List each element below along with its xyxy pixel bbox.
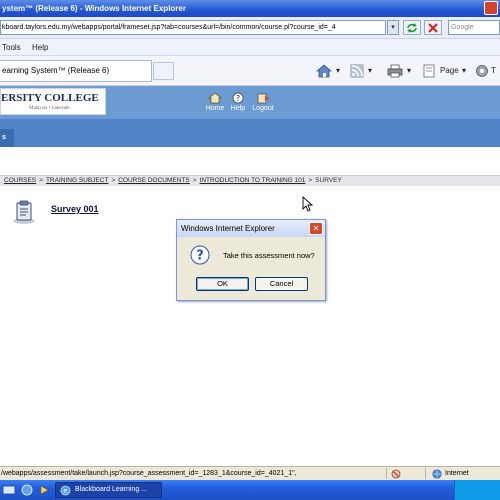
breadcrumb-introduction[interactable]: INTRODUCTION TO TRAINING 101 <box>200 177 306 184</box>
window-titlebar: ystem™ (Release 6) - Windows Internet Ex… <box>0 0 500 17</box>
browser-tab[interactable]: earning System™ (Release 6) <box>0 60 152 82</box>
logo-text: ERSITY COLLEGE <box>1 92 99 104</box>
window-controls <box>482 0 500 17</box>
breadcrumb-current: SURVEY <box>315 177 342 184</box>
tools-gear-icon <box>476 65 488 77</box>
quicklaunch-ie-icon[interactable] <box>20 483 34 497</box>
windows-taskbar: e Blackboard Learning ... <box>0 480 500 500</box>
site-header: ERSITY COLLEGE Malaysia • Lakeside Home … <box>0 86 500 119</box>
menu-tools[interactable]: Tools <box>2 39 21 56</box>
nav-help-label: Help <box>230 105 246 112</box>
refresh-button[interactable] <box>403 20 421 35</box>
tools-menu[interactable]: T <box>491 64 496 78</box>
stop-icon <box>428 23 438 33</box>
address-bar: kboard.taylors.edu.my/webapps/portal/fra… <box>0 17 500 39</box>
assessment-icon <box>13 200 35 224</box>
menu-help[interactable]: Help <box>32 39 48 56</box>
internet-zone-icon <box>432 469 442 479</box>
window-title: ystem™ (Release 6) - Windows Internet Ex… <box>2 4 186 13</box>
tab-bar: earning System™ (Release 6) ▾ ▾ ▾ Page ▾… <box>0 56 500 86</box>
address-dropdown-icon[interactable]: ▾ <box>387 20 399 35</box>
question-icon: ? <box>190 245 210 265</box>
logo-subtext: Malaysia • Lakeside <box>29 106 70 111</box>
breadcrumb-separator: > <box>111 177 116 184</box>
home-icon[interactable] <box>316 64 332 78</box>
page-icon <box>423 64 435 78</box>
page-menu[interactable]: Page <box>440 64 459 78</box>
svg-text:?: ? <box>236 94 240 103</box>
content-area: COURSES > TRAINING SUBJECT > COURSE DOCUMENT… <box>0 147 500 466</box>
security-zone-label: Internet <box>445 470 469 477</box>
courses-tab[interactable]: s <box>0 129 14 147</box>
status-bar: /webapps/assessment/take/launch.jsp?cour… <box>0 466 500 480</box>
logout-nav-icon <box>257 93 270 104</box>
survey-link[interactable]: Survey 001 <box>51 204 99 214</box>
ie-icon: e <box>60 485 71 496</box>
dialog-title: Windows Internet Explorer <box>177 220 325 237</box>
breadcrumb-training-subject[interactable]: TRAINING SUBJECT <box>46 177 108 184</box>
home-dropdown-icon[interactable]: ▾ <box>336 64 340 78</box>
nav-help[interactable]: ? Help <box>224 92 252 112</box>
window-close-icon[interactable] <box>484 1 498 15</box>
ok-button[interactable]: OK <box>196 277 249 291</box>
nav-logout-label: Logout <box>252 105 274 112</box>
dialog-message: Take this assessment now? <box>223 251 315 260</box>
university-logo: ERSITY COLLEGE Malaysia • Lakeside <box>0 88 106 115</box>
print-icon[interactable] <box>387 64 403 78</box>
course-tabs-bar: s <box>0 119 500 147</box>
feeds-dropdown-icon[interactable]: ▾ <box>368 64 372 78</box>
print-dropdown-icon[interactable]: ▾ <box>407 64 411 78</box>
help-nav-icon: ? <box>232 92 244 104</box>
refresh-icon <box>407 23 417 33</box>
taskbar-task-label: Blackboard Learning ... <box>75 486 147 493</box>
address-input[interactable]: kboard.taylors.edu.my/webapps/portal/fra… <box>0 20 386 35</box>
breadcrumb-separator: > <box>192 177 197 184</box>
confirm-dialog: Windows Internet Explorer ✕ ? Take this … <box>176 219 326 301</box>
mouse-cursor-icon <box>302 196 314 212</box>
taskbar-ie-window[interactable]: e Blackboard Learning ... <box>55 482 162 498</box>
quicklaunch-desktop-icon[interactable] <box>2 483 16 497</box>
breadcrumb: COURSES > TRAINING SUBJECT > COURSE DOCUMENT… <box>0 175 500 186</box>
breadcrumb-course-documents[interactable]: COURSE DOCUMENTS <box>118 177 190 184</box>
feeds-icon[interactable] <box>350 64 364 78</box>
svg-text:e: e <box>63 487 67 495</box>
nav-logout[interactable]: Logout <box>249 92 277 112</box>
system-tray <box>454 480 500 500</box>
status-divider <box>386 468 387 479</box>
page-dropdown-icon[interactable]: ▾ <box>462 64 466 78</box>
dialog-close-icon[interactable]: ✕ <box>309 222 323 235</box>
new-tab-button[interactable] <box>153 62 174 80</box>
svg-text:?: ? <box>196 249 204 264</box>
cancel-button[interactable]: Cancel <box>255 277 308 291</box>
status-divider <box>425 468 426 479</box>
quicklaunch-media-icon[interactable] <box>37 483 51 497</box>
breadcrumb-separator: > <box>308 177 313 184</box>
menu-bar: Tools Help <box>0 39 500 56</box>
breadcrumb-separator: > <box>39 177 43 184</box>
search-input[interactable]: Google <box>448 20 500 35</box>
stop-button[interactable] <box>424 20 442 35</box>
status-url: /webapps/assessment/take/launch.jsp?cour… <box>1 470 297 477</box>
breadcrumb-courses[interactable]: COURSES <box>4 177 36 184</box>
popup-blocker-icon[interactable] <box>391 469 401 479</box>
